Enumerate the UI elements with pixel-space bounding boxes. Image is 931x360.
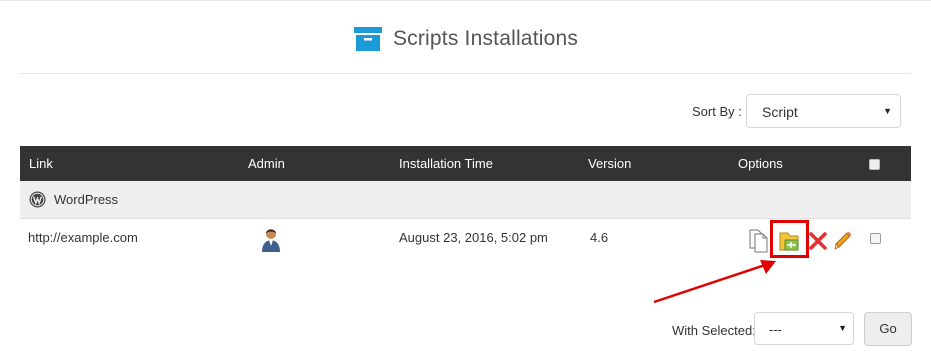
- column-link: Link: [29, 156, 53, 171]
- header-divider: [20, 73, 911, 74]
- group-row-wordpress: WordPress: [20, 181, 911, 219]
- go-button[interactable]: Go: [864, 312, 912, 346]
- annotation-arrow: [653, 260, 776, 304]
- select-all-checkbox[interactable]: [869, 159, 880, 170]
- column-options: Options: [738, 156, 783, 171]
- top-border: [0, 0, 931, 1]
- with-selected-label: With Selected:: [672, 323, 756, 338]
- edit-pencil-icon[interactable]: [832, 229, 854, 254]
- chevron-down-icon: ▼: [838, 323, 847, 333]
- archive-box-icon: [353, 26, 383, 52]
- column-version: Version: [588, 156, 632, 171]
- with-selected-value: ---: [769, 322, 782, 337]
- with-selected-select[interactable]: --- ▼: [754, 312, 854, 345]
- page-title: Scripts Installations: [392, 27, 579, 50]
- column-admin: Admin: [248, 156, 285, 171]
- installation-link[interactable]: http://example.com: [28, 230, 138, 245]
- table-header: Link Admin Installation Time Version Opt…: [20, 146, 911, 181]
- page-header: Scripts Installations: [0, 24, 931, 54]
- sort-by-select[interactable]: Script ▼: [746, 94, 901, 128]
- column-installation-time: Installation Time: [399, 156, 493, 171]
- admin-user-icon[interactable]: [261, 227, 281, 253]
- installation-version: 4.6: [590, 230, 609, 245]
- wordpress-icon: [29, 191, 46, 208]
- group-label: WordPress: [54, 192, 119, 207]
- sort-by-value: Script: [762, 104, 798, 120]
- row-checkbox[interactable]: [870, 233, 881, 244]
- installation-time: August 23, 2016, 5:02 pm: [399, 230, 548, 245]
- remove-icon[interactable]: [808, 229, 828, 254]
- chevron-down-icon: ▼: [883, 106, 892, 116]
- sort-by-label: Sort By :: [692, 104, 742, 119]
